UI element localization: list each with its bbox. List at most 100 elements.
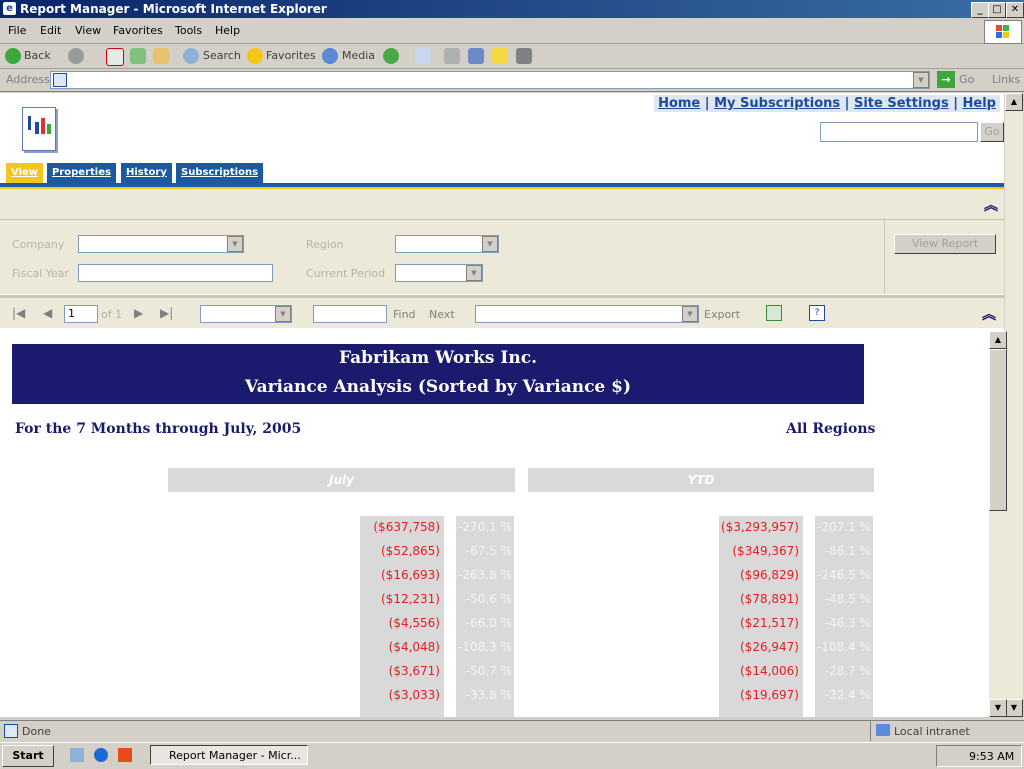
search-icon[interactable] bbox=[183, 48, 199, 64]
global-links: Home | My Subscriptions | Site Settings … bbox=[654, 95, 1000, 112]
region-select[interactable]: ▼ bbox=[395, 235, 499, 253]
page-scrollbar[interactable]: ▲ ▼ bbox=[1005, 93, 1023, 717]
taskbar: Start Report Manager - Micr... 9:53 AM bbox=[0, 742, 1024, 769]
scroll-down-icon[interactable]: ▼ bbox=[1005, 699, 1023, 717]
address-go-button[interactable]: Go bbox=[959, 73, 974, 86]
export-format-select[interactable]: ▼ bbox=[475, 305, 699, 323]
scroll-down-icon[interactable]: ▼ bbox=[989, 699, 1007, 717]
search-go-button[interactable]: Go bbox=[980, 122, 1004, 142]
zone-label: Local intranet bbox=[894, 725, 970, 738]
app-quicklaunch-icon[interactable] bbox=[118, 748, 132, 762]
minimize-button[interactable]: _ bbox=[971, 2, 989, 18]
first-page-icon[interactable]: |◀ bbox=[12, 306, 25, 320]
desktop-icon[interactable] bbox=[70, 748, 84, 762]
view-report-button[interactable]: View Report bbox=[894, 234, 996, 254]
favorites-star-icon[interactable] bbox=[247, 48, 263, 64]
zoom-select[interactable]: ▼ bbox=[200, 305, 292, 323]
page-number-input[interactable]: 1 bbox=[64, 305, 98, 323]
refresh-report-icon[interactable] bbox=[766, 305, 782, 321]
search-button[interactable]: Search bbox=[203, 49, 241, 62]
chevron-down-icon[interactable]: ▼ bbox=[682, 306, 698, 322]
refresh-icon[interactable] bbox=[130, 48, 146, 64]
print-icon[interactable] bbox=[444, 48, 460, 64]
collapse-icon[interactable]: ︽ bbox=[984, 195, 998, 215]
back-button[interactable]: Back bbox=[24, 49, 51, 62]
maximize-button[interactable]: □ bbox=[988, 2, 1006, 18]
chevron-down-icon[interactable]: ▼ bbox=[482, 236, 498, 252]
links-label[interactable]: Links bbox=[992, 73, 1020, 86]
address-label: Address bbox=[6, 73, 50, 86]
scroll-thumb[interactable] bbox=[989, 349, 1007, 511]
july-variance-pct: -270.1 % bbox=[458, 520, 512, 534]
previous-page-icon[interactable]: ◀ bbox=[43, 306, 52, 320]
scroll-up-icon[interactable]: ▲ bbox=[989, 331, 1007, 349]
ie-quicklaunch-icon[interactable] bbox=[94, 748, 108, 762]
windows-logo-icon bbox=[984, 20, 1022, 44]
intranet-icon bbox=[876, 724, 890, 736]
column-header-july: July bbox=[168, 468, 515, 492]
report-period: For the 7 Months through July, 2005 bbox=[15, 421, 302, 437]
ytd-variance-pct: -32.4 % bbox=[824, 688, 871, 702]
taskbar-report-manager[interactable]: Report Manager - Micr... bbox=[150, 745, 308, 765]
media-button[interactable]: Media bbox=[342, 49, 375, 62]
discuss-icon[interactable] bbox=[492, 48, 508, 64]
tab-subscriptions[interactable]: Subscriptions bbox=[176, 163, 264, 183]
back-arrow-icon[interactable] bbox=[5, 48, 21, 64]
go-arrow-icon[interactable]: → bbox=[937, 71, 955, 88]
search-input[interactable] bbox=[820, 122, 978, 142]
tab-view[interactable]: View bbox=[6, 163, 44, 183]
start-button[interactable]: Start bbox=[2, 745, 54, 767]
next-page-icon[interactable]: ▶ bbox=[134, 306, 143, 320]
menu-tools[interactable]: Tools bbox=[175, 24, 202, 37]
home-icon[interactable] bbox=[153, 48, 169, 64]
edit-icon[interactable] bbox=[468, 48, 484, 64]
company-select[interactable]: ▼ bbox=[78, 235, 244, 253]
close-button[interactable]: ✕ bbox=[1006, 2, 1024, 18]
menu-view[interactable]: View bbox=[75, 24, 101, 37]
tab-properties[interactable]: Properties bbox=[47, 163, 116, 183]
ytd-variance-pct: -246.5 % bbox=[817, 568, 871, 582]
help-link[interactable]: Help bbox=[963, 96, 996, 111]
my-subscriptions-link[interactable]: My Subscriptions bbox=[714, 96, 840, 111]
menu-favorites[interactable]: Favorites bbox=[113, 24, 163, 37]
ytd-variance-pct: -207.1 % bbox=[817, 520, 871, 534]
fiscal-year-input[interactable] bbox=[78, 264, 273, 282]
system-tray: 9:53 AM bbox=[936, 745, 1022, 767]
menu-edit[interactable]: Edit bbox=[40, 24, 61, 37]
mail-icon[interactable] bbox=[415, 48, 431, 64]
address-input[interactable]: ▼ bbox=[50, 71, 930, 89]
research-icon[interactable] bbox=[516, 48, 532, 64]
next-button[interactable]: Next bbox=[429, 308, 455, 321]
home-link[interactable]: Home bbox=[658, 96, 700, 111]
help-icon[interactable]: ? bbox=[809, 305, 825, 321]
chevron-down-icon[interactable]: ▼ bbox=[466, 265, 482, 281]
forward-arrow-icon[interactable] bbox=[68, 48, 84, 64]
ytd-variance-value: ($349,367) bbox=[732, 544, 799, 558]
find-button[interactable]: Find bbox=[393, 308, 416, 321]
export-button[interactable]: Export bbox=[704, 308, 740, 321]
address-dropdown-icon[interactable]: ▼ bbox=[913, 72, 929, 88]
menu-help[interactable]: Help bbox=[215, 24, 240, 37]
parameters-panel: Company ▼ Region ▼ Fiscal Year Current P… bbox=[0, 220, 1004, 294]
last-page-icon[interactable]: ▶| bbox=[160, 306, 173, 320]
ytd-variance-pct: -28.7 % bbox=[824, 664, 871, 678]
ytd-variance-value: ($21,517) bbox=[740, 616, 799, 630]
media-icon[interactable] bbox=[322, 48, 338, 64]
tab-history[interactable]: History bbox=[121, 163, 172, 183]
chevron-down-icon[interactable]: ▼ bbox=[227, 236, 243, 252]
chevron-down-icon[interactable]: ▼ bbox=[275, 306, 291, 322]
scroll-up-icon[interactable]: ▲ bbox=[1005, 93, 1023, 111]
collapse-icon[interactable]: ︽ bbox=[982, 304, 996, 324]
report-subtitle: Variance Analysis (Sorted by Variance $) bbox=[244, 377, 632, 397]
current-period-select[interactable]: ▼ bbox=[395, 264, 483, 282]
site-settings-link[interactable]: Site Settings bbox=[854, 96, 949, 111]
ytd-variance-value: ($96,829) bbox=[740, 568, 799, 582]
report-regions: All Regions bbox=[786, 421, 876, 437]
find-input[interactable] bbox=[313, 305, 387, 323]
history-icon[interactable] bbox=[383, 48, 399, 64]
favorites-button[interactable]: Favorites bbox=[266, 49, 316, 62]
page-number-value: 1 bbox=[68, 307, 75, 320]
menu-file[interactable]: File bbox=[8, 24, 26, 37]
report-scrollbar[interactable]: ▲ ▼ bbox=[989, 331, 1007, 717]
stop-icon[interactable] bbox=[106, 48, 124, 66]
